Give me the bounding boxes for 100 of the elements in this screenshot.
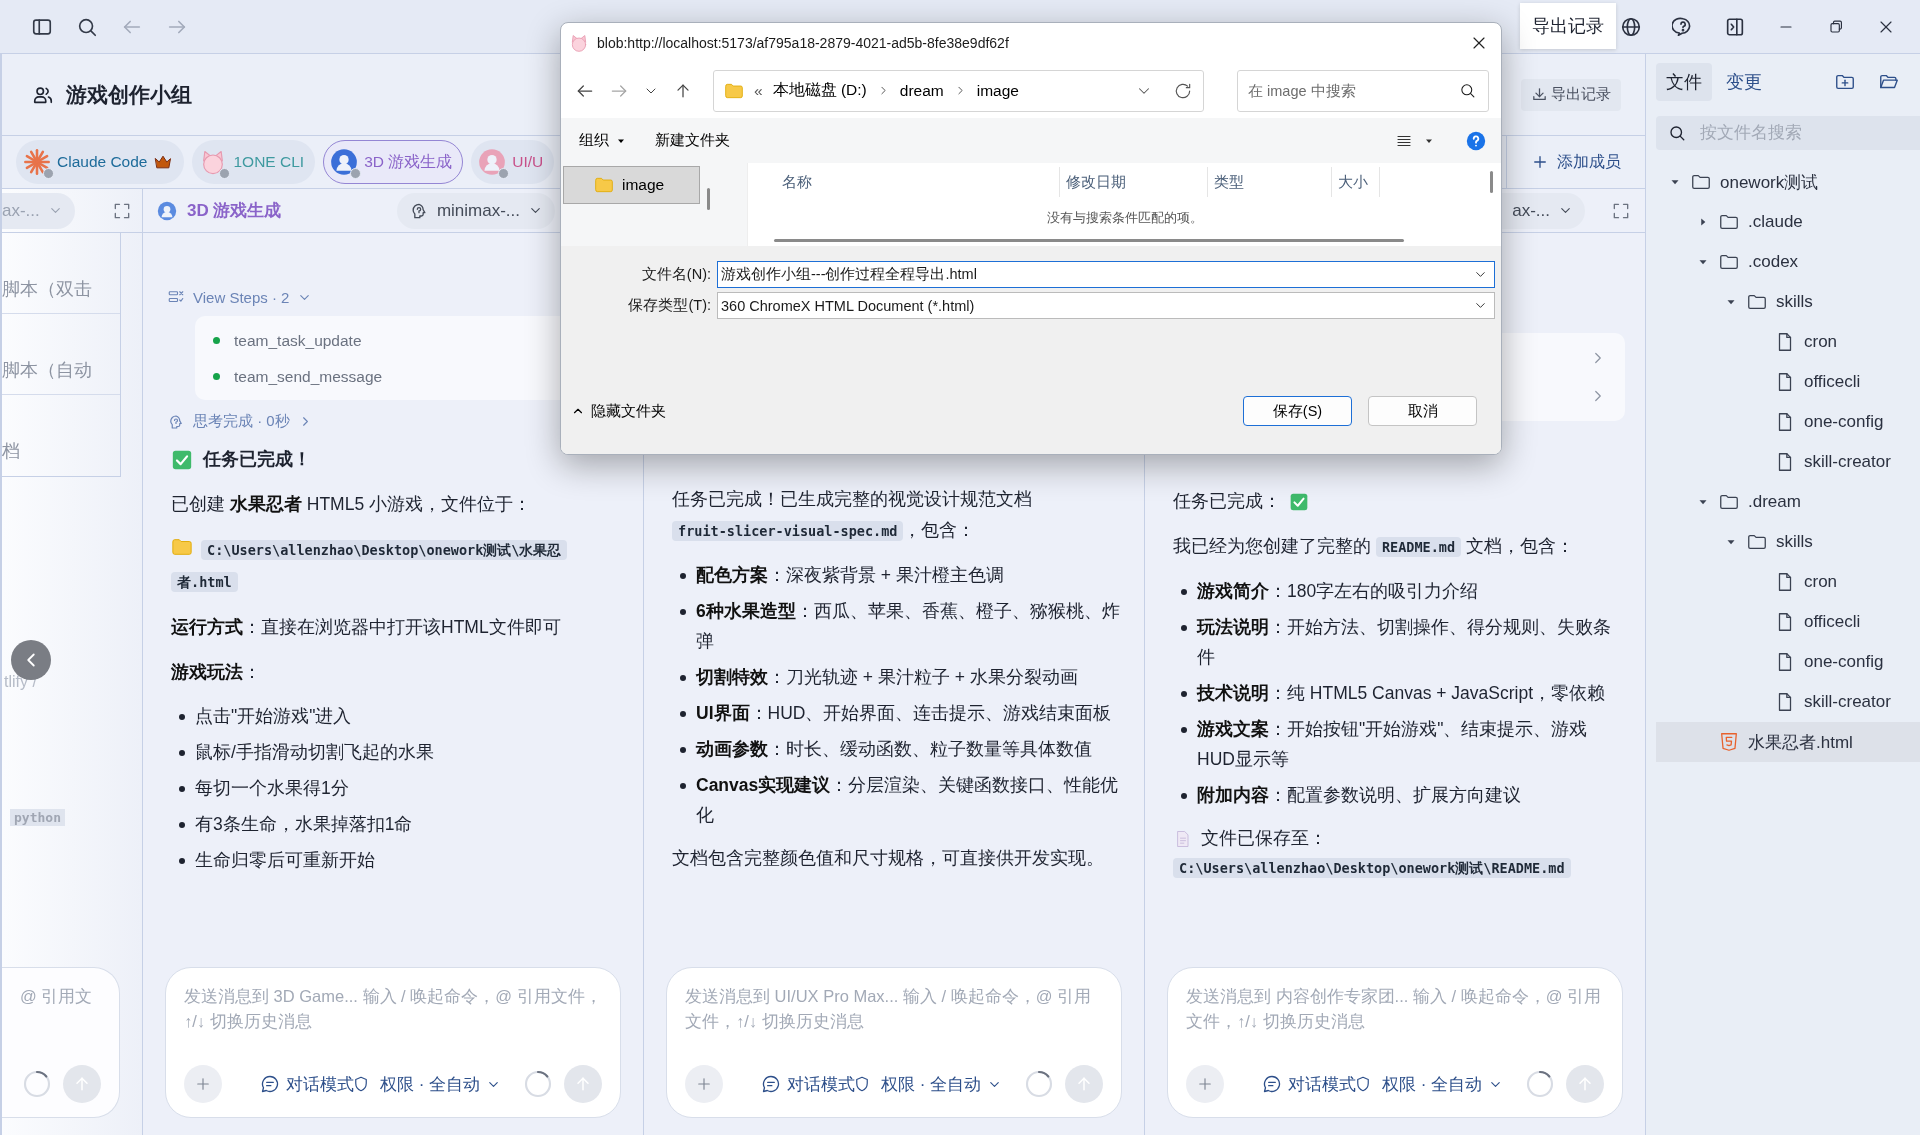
bullet xyxy=(680,711,686,717)
menu-button[interactable]: 组织 xyxy=(579,131,627,150)
bullet xyxy=(179,822,185,828)
tree-item[interactable]: officecli xyxy=(1656,362,1920,402)
message-text: 我已经为您创建了完整的 README.md 文档，包含： xyxy=(1173,535,1575,559)
list-item: Canvas实现建议：分层渲染、关键函数接口、性能优化 xyxy=(696,774,1120,827)
folder-icon xyxy=(594,175,614,195)
tree-item[interactable]: 水果忍者.html xyxy=(1656,722,1920,762)
message-input[interactable]: 发送消息到 内容创作专家团... 输入 / 唤起命令，@ 引用文件，↑/↓ 切换历史消息 xyxy=(1186,984,1604,1065)
message-text: 运行方式：直接在浏览器中打开该HTML文件即可 xyxy=(171,616,562,639)
save-button[interactable]: 保存(S) xyxy=(1243,396,1352,426)
tree-item[interactable]: .claude xyxy=(1656,202,1920,242)
bullet xyxy=(1181,691,1187,697)
tree-item[interactable]: skills xyxy=(1656,522,1920,562)
export-button[interactable]: 导出记录 xyxy=(1521,78,1621,111)
breadcrumb[interactable]: 本地磁盘 (D:) xyxy=(772,80,867,101)
status-dot xyxy=(43,168,54,179)
column-header[interactable]: 修改日期 xyxy=(1060,167,1208,197)
folder-icon xyxy=(171,536,193,558)
message-input[interactable]: @ 引用文 xyxy=(20,984,101,1065)
search-input[interactable]: 按文件名搜索 xyxy=(1698,122,1920,144)
message-input[interactable]: 发送消息到 UI/UX Pro Max... 输入 / 唤起命令，@ 引用文件，↑/↓ 切换历史消息 xyxy=(685,984,1103,1065)
list-item: 游戏简介：180字左右的吸引力介绍 xyxy=(1197,580,1480,603)
permission-dropdown[interactable]: 权限 · 全自动 xyxy=(1382,1072,1504,1096)
tree-item[interactable]: cron xyxy=(1656,322,1920,362)
plus-icon xyxy=(1531,153,1549,171)
permission-dropdown[interactable]: 权限 · 全自动 xyxy=(380,1072,502,1096)
message-composer[interactable]: 发送消息到 UI/UX Pro Max... 输入 / 唤起命令，@ 引用文件，↑/↓ 切换历史消息 对话模式 权限 · 全自动 xyxy=(666,967,1122,1118)
tree-item[interactable]: cron xyxy=(1656,562,1920,602)
shield-icon xyxy=(853,1075,871,1093)
code-label: python xyxy=(10,809,65,826)
tree-item[interactable]: skills xyxy=(1656,282,1920,322)
toolbar-button[interactable]: 新建文件夹 xyxy=(655,131,730,150)
message-text: 游戏玩法： xyxy=(171,661,262,684)
address-bar[interactable]: « 本地磁盘 (D:) dream image xyxy=(713,69,1204,112)
html5-icon xyxy=(1718,731,1740,753)
column-header[interactable]: 类型 xyxy=(1208,167,1332,197)
folder-item[interactable]: image xyxy=(563,166,700,204)
bullet xyxy=(680,573,686,579)
mode-button[interactable]: 对话模式 xyxy=(761,1072,855,1096)
list-item: 6种水果造型：西瓜、苹果、香蕉、橙子、猕猴桃、炸弹 xyxy=(696,600,1121,653)
scrollbar xyxy=(1490,171,1493,193)
plus-icon xyxy=(1196,1075,1214,1093)
list-item: 玩法说明：开始方法、切割操作、得分规则、失败条件 xyxy=(1197,616,1612,669)
message-composer[interactable]: 发送消息到 3D Game... 输入 / 唤起命令，@ 引用文件，↑/↓ 切换历史消息 对话模式 权限 · 全自动 xyxy=(165,967,621,1118)
tree-item[interactable]: one-config xyxy=(1656,642,1920,682)
breadcrumb[interactable]: dream xyxy=(899,81,944,100)
message-text: 文件已保存至： xyxy=(1201,827,1327,850)
message-text: 任务已完成！已生成完整的视觉设计规范文档 fruit-slicer-visual-spec.md ，包含： xyxy=(672,488,1033,543)
tree-item[interactable]: skill-creator xyxy=(1656,682,1920,722)
mode-button[interactable]: 对话模式 xyxy=(260,1072,354,1096)
tree-item[interactable]: .codex xyxy=(1656,242,1920,282)
avatar xyxy=(478,148,507,176)
tree-item[interactable]: one-config xyxy=(1656,402,1920,442)
cancel-button[interactable]: 取消 xyxy=(1368,396,1477,426)
globe-icon[interactable] xyxy=(1620,15,1642,38)
list-item: 游戏文案：开始按钮"开始游戏"、结束提示、游戏HUD显示等 xyxy=(1197,718,1589,771)
breadcrumb-separator: « xyxy=(754,81,763,100)
member-chip[interactable]: 3D 游戏生成 xyxy=(323,140,464,184)
inline-code: README.md xyxy=(1375,537,1462,557)
loading-spinner-icon xyxy=(1023,1068,1055,1100)
status-dot xyxy=(213,372,220,380)
tree-item[interactable]: officecli xyxy=(1656,602,1920,642)
list-item: 有3条生命，水果掉落扣1命 xyxy=(195,813,414,836)
list-item: 生命归零后可重新开始 xyxy=(195,849,376,872)
message-composer[interactable]: @ 引用文 xyxy=(2,967,120,1118)
message-heading: 任务已完成！ xyxy=(203,448,311,471)
tree-item[interactable]: onework测试 xyxy=(1656,162,1920,202)
mode-button[interactable]: 对话模式 xyxy=(1262,1072,1356,1096)
tree-item[interactable]: .dream xyxy=(1656,482,1920,522)
message-text: 已创建 水果忍者 HTML5 小游戏，文件位于： xyxy=(171,493,532,516)
check-icon xyxy=(171,448,193,471)
download-icon xyxy=(1531,86,1548,103)
breadcrumb[interactable]: image xyxy=(976,81,1019,100)
chat-icon xyxy=(761,1074,781,1094)
message-composer[interactable]: 发送消息到 内容创作专家团... 输入 / 唤起命令，@ 引用文件，↑/↓ 切换历史消息 对话模式 权限 · 全自动 xyxy=(1167,967,1623,1118)
tree-item[interactable]: skill-creator xyxy=(1656,442,1920,482)
message-input[interactable]: 发送消息到 3D Game... 输入 / 唤起命令，@ 引用文件，↑/↓ 切换历史消息 xyxy=(184,984,602,1065)
model-dropdown[interactable]: minimax-... xyxy=(396,192,555,229)
dropdown-field[interactable]: 游戏创作小组---创作过程全程导出.html xyxy=(717,261,1495,288)
bullet xyxy=(1181,589,1187,595)
chat-icon xyxy=(260,1074,280,1094)
tab[interactable]: 变更 xyxy=(1716,63,1772,101)
column-header[interactable]: 大小 xyxy=(1332,167,1380,197)
message-text: 文档包含完整颜色值和尺寸规格，可直接供开发实现。 xyxy=(672,847,1105,870)
tab[interactable]: 文件 xyxy=(1656,63,1712,101)
member-chip[interactable]: Claude Code xyxy=(16,140,185,184)
shield-icon xyxy=(352,1075,370,1093)
hide-folders-button[interactable]: 隐藏文件夹 xyxy=(571,401,666,421)
status-dot xyxy=(213,336,220,344)
step-label: team_send_message xyxy=(234,366,383,387)
cat-icon xyxy=(569,33,589,53)
dropdown-field[interactable]: 360 ChromeX HTML Document (*.html) xyxy=(717,292,1495,319)
search-icon xyxy=(1459,82,1476,99)
column-header[interactable]: 名称 xyxy=(776,167,1060,197)
search-field[interactable]: 在 image 中搜索 xyxy=(1237,69,1489,112)
search-field[interactable]: 按文件名搜索 xyxy=(1656,116,1920,150)
search-icon xyxy=(1668,124,1686,142)
permission-dropdown[interactable]: 权限 · 全自动 xyxy=(881,1072,1003,1096)
panel-toggle-icon[interactable] xyxy=(1724,15,1746,38)
